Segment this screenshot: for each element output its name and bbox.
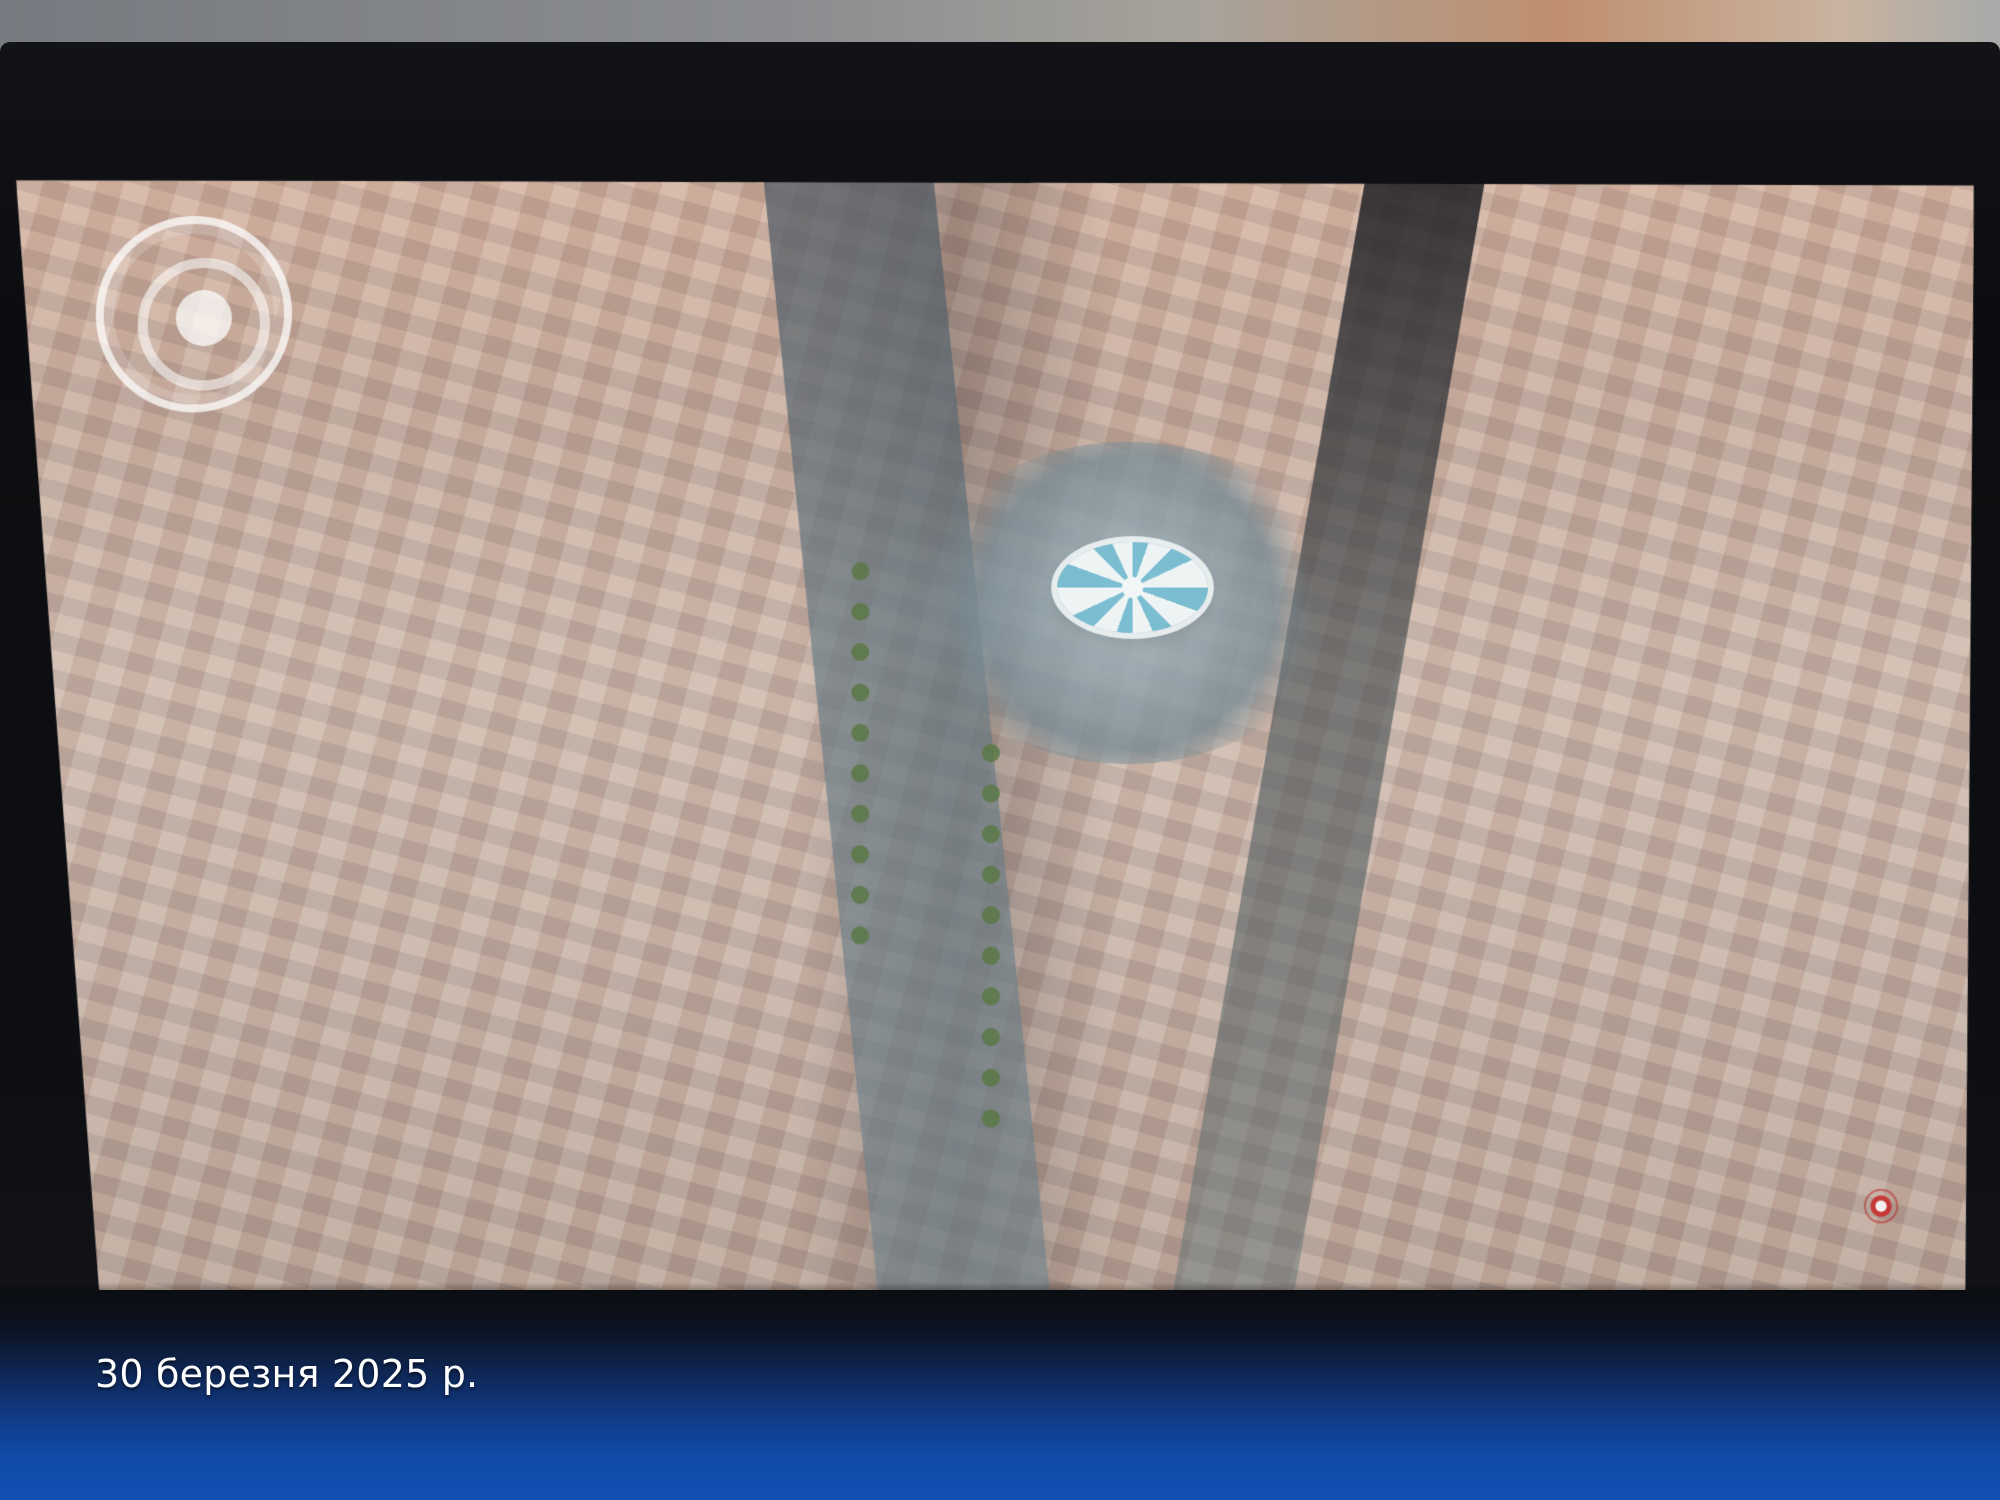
photo-timestamp: 30 березня 2025 р.	[95, 1352, 479, 1396]
photo-scene: 30 березня 2025 р.	[0, 0, 2000, 1500]
street-avenue-left	[764, 181, 1051, 1302]
tree-row-right	[982, 744, 1000, 762]
plaza-rosette	[1057, 542, 1208, 633]
play-control-icon[interactable]	[95, 216, 293, 412]
laptop-screen	[5, 180, 1985, 1302]
recording-indicator-icon	[1866, 1191, 1897, 1222]
tree-row-left	[851, 562, 869, 580]
